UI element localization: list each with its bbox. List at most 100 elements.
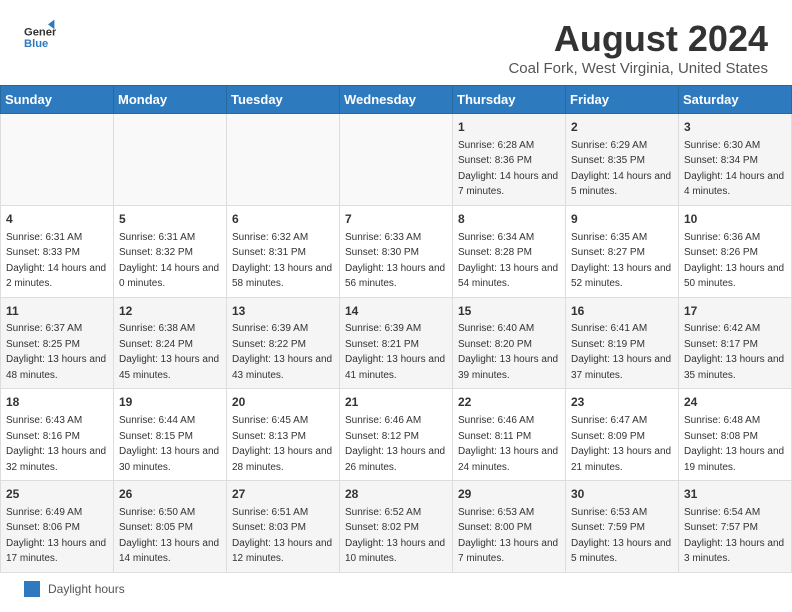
day-cell-8: 8 Sunrise: 6:34 AM Sunset: 8:28 PM Daylig… [453,205,566,297]
day-number: 27 [232,486,334,503]
day-cell-3: 3 Sunrise: 6:30 AM Sunset: 8:34 PM Daylig… [679,114,792,206]
day-cell-empty-0 [1,114,114,206]
month-year: August 2024 [508,18,768,60]
day-info: Sunrise: 6:34 AM Sunset: 8:28 PM Dayligh… [458,232,558,290]
legend: Daylight hours [0,573,792,605]
day-info: Sunrise: 6:44 AM Sunset: 8:15 PM Dayligh… [119,415,219,473]
day-number: 30 [571,486,673,503]
day-cell-empty-3 [340,114,453,206]
day-number: 4 [6,211,108,228]
location: Coal Fork, West Virginia, United States [508,60,768,77]
calendar-body: 1 Sunrise: 6:28 AM Sunset: 8:36 PM Daylig… [1,114,792,573]
column-header-thursday: Thursday [453,86,566,114]
svg-text:General: General [24,27,56,39]
day-cell-9: 9Sunrise: 6:35 AM Sunset: 8:27 PM Daylig… [566,205,679,297]
day-cell-1: 1 Sunrise: 6:28 AM Sunset: 8:36 PM Daylig… [453,114,566,206]
day-number: 8 [458,211,560,228]
day-info: Sunrise: 6:46 AM Sunset: 8:11 PM Dayligh… [458,415,558,473]
day-number: 12 [119,303,221,320]
day-number: 22 [458,394,560,411]
day-cell-21: 21 Sunrise: 6:46 AM Sunset: 8:12 PM Dayli… [340,389,453,481]
day-number: 10 [684,211,786,228]
day-number: 15 [458,303,560,320]
day-info: Sunrise: 6:31 AM Sunset: 8:32 PM Dayligh… [119,232,219,290]
day-info: Sunrise: 6:35 AM Sunset: 8:27 PM Dayligh… [571,232,671,290]
day-cell-7: 7 Sunrise: 6:33 AM Sunset: 8:30 PM Daylig… [340,205,453,297]
day-cell-28: 28 Sunrise: 6:52 AM Sunset: 8:02 PM Dayli… [340,481,453,573]
day-number: 3 [684,119,786,136]
day-cell-20: 20 Sunrise: 6:45 AM Sunset: 8:13 PM Dayli… [227,389,340,481]
day-cell-29: 29 Sunrise: 6:53 AM Sunset: 8:00 PM Dayli… [453,481,566,573]
day-info: Sunrise: 6:42 AM Sunset: 8:17 PM Dayligh… [684,323,784,381]
day-number: 23 [571,394,673,411]
day-number: 5 [119,211,221,228]
day-info: Sunrise: 6:28 AM Sunset: 8:36 PM Dayligh… [458,140,558,198]
column-header-monday: Monday [114,86,227,114]
day-cell-11: 11 Sunrise: 6:37 AM Sunset: 8:25 PM Dayli… [1,297,114,389]
day-cell-14: 14 Sunrise: 6:39 AM Sunset: 8:21 PM Dayli… [340,297,453,389]
day-cell-30: 30 Sunrise: 6:53 AM Sunset: 7:59 PM Dayli… [566,481,679,573]
day-number: 18 [6,394,108,411]
day-number: 14 [345,303,447,320]
day-number: 26 [119,486,221,503]
day-number: 11 [6,303,108,320]
day-number: 20 [232,394,334,411]
column-header-sunday: Sunday [1,86,114,114]
day-number: 17 [684,303,786,320]
day-number: 6 [232,211,334,228]
day-number: 29 [458,486,560,503]
day-cell-13: 13Sunrise: 6:39 AM Sunset: 8:22 PM Dayli… [227,297,340,389]
day-info: Sunrise: 6:36 AM Sunset: 8:26 PM Dayligh… [684,232,784,290]
day-cell-empty-2 [227,114,340,206]
day-info: Sunrise: 6:51 AM Sunset: 8:03 PM Dayligh… [232,507,332,565]
day-cell-12: 12Sunrise: 6:38 AM Sunset: 8:24 PM Dayli… [114,297,227,389]
day-cell-27: 27 Sunrise: 6:51 AM Sunset: 8:03 PM Dayli… [227,481,340,573]
day-cell-26: 26 Sunrise: 6:50 AM Sunset: 8:05 PM Dayli… [114,481,227,573]
day-info: Sunrise: 6:48 AM Sunset: 8:08 PM Dayligh… [684,415,784,473]
day-number: 21 [345,394,447,411]
day-number: 24 [684,394,786,411]
day-cell-empty-1 [114,114,227,206]
logo: General Blue [24,18,56,50]
column-header-wednesday: Wednesday [340,86,453,114]
day-info: Sunrise: 6:53 AM Sunset: 8:00 PM Dayligh… [458,507,558,565]
day-cell-22: 22 Sunrise: 6:46 AM Sunset: 8:11 PM Dayli… [453,389,566,481]
day-info: Sunrise: 6:49 AM Sunset: 8:06 PM Dayligh… [6,507,106,565]
day-cell-25: 25 Sunrise: 6:49 AM Sunset: 8:06 PM Dayli… [1,481,114,573]
day-cell-31: 31Sunrise: 6:54 AM Sunset: 7:57 PM Dayli… [679,481,792,573]
legend-color-box [24,581,40,597]
day-number: 16 [571,303,673,320]
day-number: 1 [458,119,560,136]
calendar-header-row: SundayMondayTuesdayWednesdayThursdayFrid… [1,86,792,114]
day-cell-17: 17 Sunrise: 6:42 AM Sunset: 8:17 PM Dayli… [679,297,792,389]
day-info: Sunrise: 6:30 AM Sunset: 8:34 PM Dayligh… [684,140,784,198]
calendar-table: SundayMondayTuesdayWednesdayThursdayFrid… [0,85,792,573]
day-number: 28 [345,486,447,503]
day-number: 2 [571,119,673,136]
column-header-tuesday: Tuesday [227,86,340,114]
svg-text:Blue: Blue [24,38,48,50]
day-info: Sunrise: 6:31 AM Sunset: 8:33 PM Dayligh… [6,232,106,290]
day-info: Sunrise: 6:29 AM Sunset: 8:35 PM Dayligh… [571,140,671,198]
column-header-saturday: Saturday [679,86,792,114]
day-number: 7 [345,211,447,228]
day-number: 19 [119,394,221,411]
day-info: Sunrise: 6:37 AM Sunset: 8:25 PM Dayligh… [6,323,106,381]
day-info: Sunrise: 6:46 AM Sunset: 8:12 PM Dayligh… [345,415,445,473]
day-cell-23: 23Sunrise: 6:47 AM Sunset: 8:09 PM Dayli… [566,389,679,481]
day-info: Sunrise: 6:50 AM Sunset: 8:05 PM Dayligh… [119,507,219,565]
week-row-3: 11 Sunrise: 6:37 AM Sunset: 8:25 PM Dayli… [1,297,792,389]
day-cell-19: 19 Sunrise: 6:44 AM Sunset: 8:15 PM Dayli… [114,389,227,481]
week-row-1: 1 Sunrise: 6:28 AM Sunset: 8:36 PM Daylig… [1,114,792,206]
day-info: Sunrise: 6:33 AM Sunset: 8:30 PM Dayligh… [345,232,445,290]
day-info: Sunrise: 6:39 AM Sunset: 8:21 PM Dayligh… [345,323,445,381]
day-info: Sunrise: 6:45 AM Sunset: 8:13 PM Dayligh… [232,415,332,473]
day-info: Sunrise: 6:53 AM Sunset: 7:59 PM Dayligh… [571,507,671,565]
day-cell-6: 6Sunrise: 6:32 AM Sunset: 8:31 PM Daylig… [227,205,340,297]
day-number: 25 [6,486,108,503]
day-cell-16: 16Sunrise: 6:41 AM Sunset: 8:19 PM Dayli… [566,297,679,389]
day-info: Sunrise: 6:54 AM Sunset: 7:57 PM Dayligh… [684,507,784,565]
day-number: 13 [232,303,334,320]
day-info: Sunrise: 6:52 AM Sunset: 8:02 PM Dayligh… [345,507,445,565]
week-row-5: 25 Sunrise: 6:49 AM Sunset: 8:06 PM Dayli… [1,481,792,573]
